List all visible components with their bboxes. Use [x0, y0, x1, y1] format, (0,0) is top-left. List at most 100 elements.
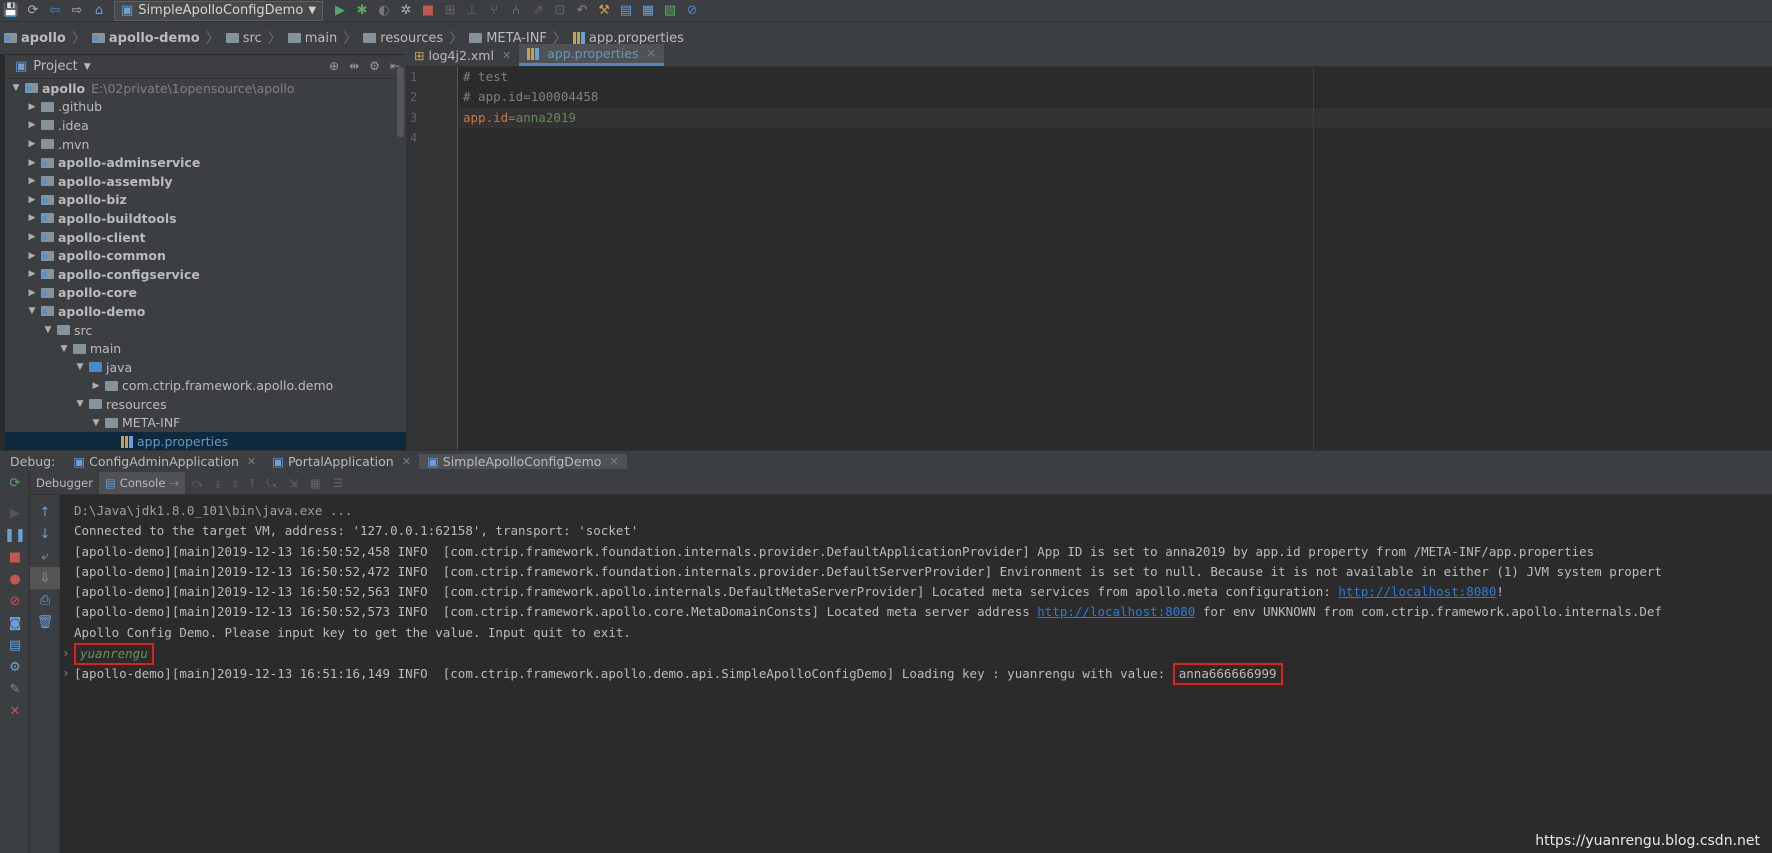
tree-item[interactable]: ▶ apollo-configservice [5, 265, 406, 284]
scroll-to-end-icon[interactable]: ⇩ [30, 567, 60, 589]
down-arrow-icon[interactable]: ↓ [30, 523, 60, 545]
evaluate-icon[interactable]: ▦ [304, 472, 327, 494]
console-output[interactable]: D:\Java\jdk1.8.0_101\bin\java.exe ... Co… [60, 495, 1772, 853]
chevron-right-icon[interactable]: ▶ [25, 288, 39, 298]
tree-item[interactable]: ▼ META-INF [5, 414, 406, 433]
step-over-icon[interactable]: ⤼ [185, 472, 209, 494]
debug-tab-simple-demo[interactable]: ▣ SimpleApolloConfigDemo ✕ [418, 454, 627, 469]
force-step-into-icon[interactable]: ⤈ [226, 472, 243, 494]
back-icon[interactable]: ⇦ [44, 1, 66, 21]
tree-item[interactable]: ▼ resources [5, 395, 406, 414]
tree-item[interactable]: ▶ apollo-assembly [5, 172, 406, 191]
breakpoints-icon[interactable]: ● [0, 568, 30, 590]
collapse-icon[interactable]: ⇹ [349, 59, 359, 73]
debug-tab-config-admin[interactable]: ▣ ConfigAdminApplication ✕ [65, 454, 264, 469]
no-icon[interactable]: ⊘ [681, 1, 703, 21]
chevron-right-icon[interactable]: ▶ [25, 139, 39, 149]
merge-icon[interactable]: ⑂ [483, 1, 505, 21]
tree-item[interactable]: ▶ apollo-client [5, 228, 406, 247]
rerun-icon[interactable]: ⟳ [0, 472, 30, 494]
chevron-down-icon[interactable]: ▼ [73, 362, 87, 372]
close-icon[interactable]: ✕ [646, 47, 655, 60]
trash-icon[interactable]: 🗑 [30, 611, 60, 633]
close-icon[interactable]: ✕ [609, 455, 618, 468]
tab-app-properties[interactable]: app.properties ✕ [519, 44, 664, 66]
tree-item[interactable]: ▶ .idea [5, 116, 406, 135]
pin-icon[interactable]: ✎ [0, 678, 30, 700]
forward-icon[interactable]: ⇨ [66, 1, 88, 21]
vcs-commit-icon[interactable]: ⊥ [461, 1, 483, 21]
tree-item[interactable]: ▶ apollo-biz [5, 191, 406, 210]
tree-item[interactable]: ▼ apollo-demo [5, 302, 406, 321]
chevron-right-icon[interactable]: ▶ [25, 120, 39, 130]
close-icon[interactable]: ✕ [402, 455, 411, 468]
chevron-right-icon[interactable]: ▶ [89, 381, 103, 391]
push-icon[interactable]: ⇗ [527, 1, 549, 21]
stop-icon[interactable]: ■ [0, 546, 30, 568]
tree-item[interactable]: ▶ apollo-common [5, 246, 406, 265]
drop-frame-icon[interactable]: ⤿ [261, 472, 283, 494]
profile-icon[interactable]: ✲ [395, 1, 417, 21]
chevron-right-icon[interactable]: ▶ [25, 232, 39, 242]
step-out-icon[interactable]: ⤒ [244, 472, 261, 494]
chevron-right-icon[interactable]: ▶ [25, 251, 39, 261]
console-link[interactable]: http://localhost:8080 [1338, 584, 1496, 599]
tree-item[interactable]: ▼ main [5, 339, 406, 358]
close-icon[interactable]: ✕ [502, 49, 511, 62]
tree-item[interactable]: ▼ apollo E:\02private\1opensource\apollo [5, 79, 406, 98]
chevron-right-icon[interactable]: ▶ [25, 158, 39, 168]
trace-icon[interactable]: ☰ [327, 472, 349, 494]
debug-tab-portal[interactable]: ▣ PortalApplication ✕ [264, 454, 419, 469]
chevron-down-icon[interactable]: ▼ [84, 62, 91, 72]
tab-console[interactable]: ▤ Console ⇢ [98, 472, 186, 494]
run-to-cursor-icon[interactable]: ⇲ [282, 472, 304, 494]
tree-item[interactable]: ▼ java [5, 358, 406, 377]
tree-item[interactable]: ▶ .github [5, 98, 406, 117]
tab-debugger[interactable]: Debugger [30, 472, 99, 494]
monitor-icon[interactable]: ▧ [659, 1, 681, 21]
print-icon[interactable]: ⎙ [30, 589, 60, 611]
breadcrumb-item[interactable]: apollo [0, 31, 70, 46]
tree-item[interactable]: ▶ .mvn [5, 135, 406, 154]
soft-wrap-icon[interactable]: ⤶ [30, 545, 60, 567]
project-panel-title[interactable]: Project [33, 59, 77, 74]
settings-icon[interactable]: ⚒ [593, 1, 615, 21]
save-icon[interactable]: 💾 [0, 1, 22, 21]
code-editor[interactable]: # test # app.id=100004458 app.id=anna201… [458, 67, 1772, 450]
structure-icon[interactable]: ▤ [615, 1, 637, 21]
chevron-right-icon[interactable]: ▶ [25, 213, 39, 223]
tree-item[interactable]: ▶ apollo-adminservice [5, 153, 406, 172]
history-icon[interactable]: ⊡ [549, 1, 571, 21]
chevron-down-icon[interactable]: ▼ [25, 306, 39, 316]
chevron-right-icon[interactable]: ▶ [25, 269, 39, 279]
chevron-down-icon[interactable]: ▼ [9, 83, 23, 93]
sdk-icon[interactable]: ▦ [637, 1, 659, 21]
chevron-right-icon[interactable]: ▶ [25, 102, 39, 112]
run-icon[interactable]: ▶ [329, 1, 351, 21]
breadcrumb-item[interactable]: main [284, 31, 341, 46]
chevron-right-icon[interactable]: ▶ [25, 176, 39, 186]
pause-icon[interactable]: ❚❚ [0, 524, 30, 546]
chevron-down-icon[interactable]: ▼ [73, 399, 87, 409]
branch-icon[interactable]: ⑃ [505, 1, 527, 21]
mute-breakpoints-icon[interactable]: ⊘ [0, 590, 30, 612]
coverage-icon[interactable]: ◐ [373, 1, 395, 21]
tab-log4j2[interactable]: ⊞ log4j2.xml ✕ [406, 44, 519, 66]
step-into-icon[interactable]: ⤓ [209, 472, 226, 494]
vcs-update-icon[interactable]: ⊞ [439, 1, 461, 21]
camera-icon[interactable]: ◙ [0, 612, 30, 634]
breadcrumb-item[interactable]: src [222, 31, 266, 46]
tree-scrollbar[interactable] [397, 67, 404, 137]
resume-icon[interactable]: ▶ [0, 502, 30, 524]
close-icon[interactable]: ✕ [247, 455, 256, 468]
layout-icon[interactable]: ▤ [0, 634, 30, 656]
tree-item[interactable]: ▶ apollo-core [5, 284, 406, 303]
chevron-down-icon[interactable]: ▼ [41, 325, 55, 335]
close-icon[interactable]: ✕ [0, 700, 30, 722]
tree-item[interactable]: ▶ com.ctrip.framework.apollo.demo [5, 377, 406, 396]
revert-icon[interactable]: ↶ [571, 1, 593, 21]
debug-icon[interactable]: ✱ [351, 1, 373, 21]
chevron-down-icon[interactable]: ▼ [57, 344, 71, 354]
tree-item[interactable]: ▶ apollo-buildtools [5, 209, 406, 228]
breadcrumb-item[interactable]: apollo-demo [88, 31, 204, 46]
